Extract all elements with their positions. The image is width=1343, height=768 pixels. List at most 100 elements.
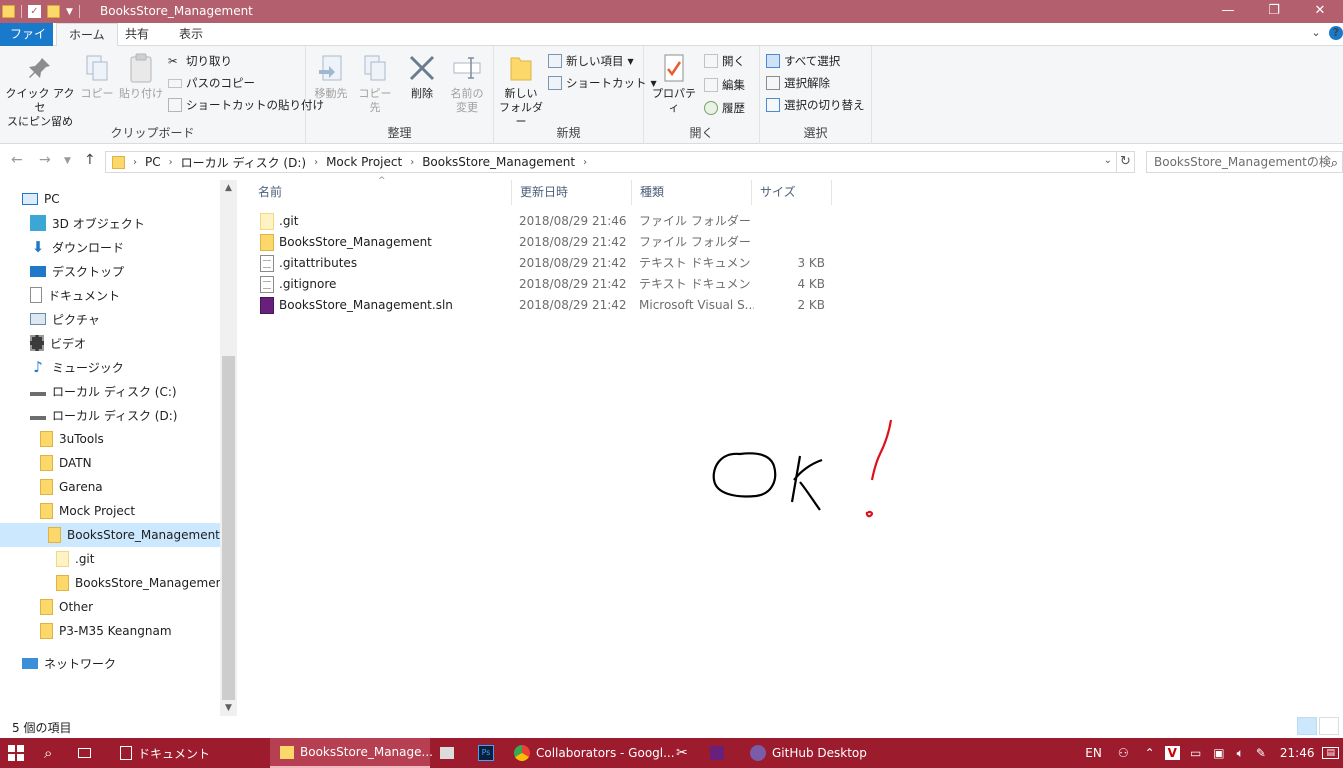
- scroll-up-arrow-icon[interactable]: ▲: [220, 183, 237, 193]
- clock[interactable]: 21:46: [1272, 746, 1323, 760]
- new-item-button[interactable]: 新しい項目 ▼: [548, 51, 634, 71]
- tab-share[interactable]: 共有: [113, 23, 161, 46]
- scroll-down-arrow-icon[interactable]: ▼: [220, 703, 237, 713]
- column-header-name[interactable]: 名前: [250, 180, 512, 205]
- copy-to-button[interactable]: コピー先: [354, 52, 396, 115]
- scrollbar-thumb[interactable]: [222, 356, 235, 700]
- breadcrumb-mock-project[interactable]: Mock Project: [320, 155, 408, 169]
- show-hidden-icons-chevron-icon[interactable]: ⌃: [1139, 746, 1161, 760]
- nav-item-network[interactable]: ネットワーク: [22, 651, 116, 675]
- nav-item-drive-d[interactable]: ローカル ディスク (D:): [30, 403, 177, 427]
- new-folder-button[interactable]: 新しい フォルダー: [496, 52, 546, 129]
- delete-button[interactable]: 削除: [402, 52, 442, 101]
- refresh-icon[interactable]: ↻: [1117, 151, 1135, 173]
- tab-view[interactable]: 表示: [167, 23, 215, 46]
- breadcrumb-pc[interactable]: PC: [139, 155, 167, 169]
- minimize-button[interactable]: —: [1205, 0, 1251, 23]
- navigation-scrollbar[interactable]: ▲ ▼: [220, 180, 237, 716]
- rename-button[interactable]: 名前の 変更: [444, 52, 490, 115]
- nav-item-3utools[interactable]: 3uTools: [40, 427, 104, 451]
- large-icons-view-icon[interactable]: [1319, 717, 1339, 735]
- nav-item-booksstore-management[interactable]: BooksStore_Management: [0, 523, 220, 547]
- back-arrow-icon[interactable]: ←: [11, 152, 23, 168]
- nav-item-mock-project[interactable]: Mock Project: [40, 499, 135, 523]
- nav-item-booksstore-management-sub[interactable]: BooksStore_Management: [56, 571, 228, 595]
- forward-arrow-icon[interactable]: →: [39, 152, 51, 168]
- network-icon[interactable]: ▣: [1207, 746, 1230, 760]
- nav-item-pc[interactable]: PC: [22, 187, 60, 211]
- history-button[interactable]: 履歴: [704, 98, 745, 118]
- tab-home[interactable]: ホーム: [56, 23, 118, 47]
- table-row[interactable]: .gitattributes 2018/08/29 21:42 テキスト ドキュ…: [250, 253, 850, 274]
- nav-item-3d-objects[interactable]: 3D オブジェクト: [30, 211, 145, 235]
- open-button[interactable]: 開く: [704, 51, 745, 71]
- taskbar-item-app[interactable]: [440, 738, 462, 768]
- nav-item-garena[interactable]: Garena: [40, 475, 103, 499]
- taskbar-item-chrome[interactable]: Collaborators - Googl...: [506, 738, 675, 768]
- pin-to-quick-access-button[interactable]: クイック アクセ スにピン留め: [4, 52, 76, 129]
- move-to-button[interactable]: 移動先: [310, 52, 352, 101]
- nav-item-music[interactable]: ♪ ミュージック: [30, 355, 124, 379]
- expand-ribbon-chevron-icon[interactable]: ⌄: [1309, 26, 1323, 40]
- table-row[interactable]: BooksStore_Management 2018/08/29 21:42 フ…: [250, 232, 850, 253]
- paste-shortcut-button[interactable]: ショートカットの貼り付け: [168, 95, 324, 115]
- select-all-button[interactable]: すべて選択: [766, 51, 840, 71]
- nav-item-videos[interactable]: ビデオ: [30, 331, 86, 355]
- paste-button[interactable]: 貼り付け: [118, 52, 164, 101]
- breadcrumb-booksstore[interactable]: BooksStore_Management: [416, 155, 581, 169]
- copy-button[interactable]: コピー: [80, 52, 114, 101]
- task-view-button[interactable]: [78, 738, 102, 768]
- people-icon[interactable]: ⚇: [1108, 746, 1139, 760]
- taskbar-item-file-explorer[interactable]: BooksStore_Manage...: [270, 738, 433, 768]
- nav-item-drive-c[interactable]: ローカル ディスク (C:): [30, 379, 177, 403]
- properties-button[interactable]: プロパティ: [648, 52, 700, 115]
- up-arrow-icon[interactable]: ↑: [84, 152, 96, 168]
- taskbar-item-documents[interactable]: ドキュメント: [114, 738, 264, 768]
- maximize-button[interactable]: ❐: [1251, 0, 1297, 23]
- pen-ink-icon[interactable]: ✎: [1250, 746, 1272, 760]
- new-folder-icon[interactable]: [47, 5, 60, 18]
- search-input[interactable]: BooksStore_Managementの検 ⌕: [1146, 151, 1343, 173]
- input-language[interactable]: EN: [1079, 746, 1108, 760]
- details-view-icon[interactable]: [1297, 717, 1317, 735]
- address-bar[interactable]: › PC › ローカル ディスク (D:) › Mock Project › B…: [105, 151, 1117, 173]
- nav-item-desktop[interactable]: デスクトップ: [30, 259, 124, 283]
- nav-item-other[interactable]: Other: [40, 595, 93, 619]
- taskbar-item-visual-studio[interactable]: [710, 738, 732, 768]
- help-icon[interactable]: ?: [1329, 26, 1343, 40]
- select-none-button[interactable]: 選択解除: [766, 73, 830, 93]
- easy-access-shortcut-button[interactable]: ショートカット ▼: [548, 73, 657, 93]
- table-row[interactable]: .git 2018/08/29 21:46 ファイル フォルダー: [250, 211, 850, 232]
- column-header-type[interactable]: 種類: [632, 180, 752, 205]
- nav-item-datn[interactable]: DATN: [40, 451, 92, 475]
- nav-item-git[interactable]: .git: [56, 547, 94, 571]
- antivirus-icon[interactable]: V: [1164, 746, 1180, 760]
- nav-item-downloads[interactable]: ⬇ ダウンロード: [30, 235, 124, 259]
- table-row[interactable]: BooksStore_Management.sln 2018/08/29 21:…: [250, 295, 850, 316]
- taskbar-item-photoshop[interactable]: Ps: [478, 738, 500, 768]
- column-header-size[interactable]: サイズ: [752, 180, 832, 205]
- taskbar-item-github-desktop[interactable]: GitHub Desktop: [744, 738, 884, 768]
- invert-selection-button[interactable]: 選択の切り替え: [766, 95, 865, 115]
- edit-button[interactable]: 編集: [704, 75, 745, 95]
- battery-icon[interactable]: ▭: [1184, 746, 1207, 760]
- tab-file[interactable]: ファイル: [0, 23, 53, 64]
- nav-item-p3-m35-keangnam[interactable]: P3-M35 Keangnam: [40, 619, 172, 643]
- cut-button[interactable]: ✂ 切り取り: [168, 51, 232, 71]
- customize-toolbar-dropdown-icon[interactable]: ▼: [66, 7, 73, 17]
- search-taskbar-button[interactable]: ⌕: [44, 738, 68, 768]
- copy-path-button[interactable]: パスのコピー: [168, 73, 255, 93]
- close-button[interactable]: ✕: [1297, 0, 1343, 23]
- taskbar-item-snipping-tool[interactable]: ✂: [676, 738, 698, 768]
- properties-checkmark-icon[interactable]: ✓: [28, 5, 41, 18]
- address-history-dropdown-icon[interactable]: ⌄: [1104, 155, 1112, 166]
- breadcrumb-drive-d[interactable]: ローカル ディスク (D:): [175, 154, 312, 171]
- nav-item-pictures[interactable]: ピクチャ: [30, 307, 100, 331]
- start-button[interactable]: [8, 738, 32, 768]
- nav-item-documents[interactable]: ドキュメント: [30, 283, 120, 307]
- column-header-date-modified[interactable]: 更新日時: [512, 180, 632, 205]
- notifications-icon[interactable]: ▤: [1322, 747, 1339, 759]
- volume-icon[interactable]: 🔈︎: [1231, 746, 1250, 761]
- recent-locations-chevron-icon[interactable]: ▼: [64, 156, 71, 166]
- table-row[interactable]: .gitignore 2018/08/29 21:42 テキスト ドキュメント …: [250, 274, 850, 295]
